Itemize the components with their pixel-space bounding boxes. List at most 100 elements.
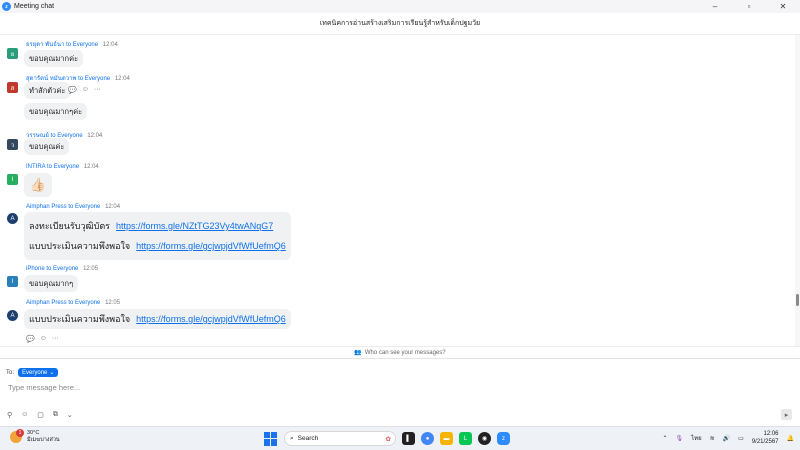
chrome-icon[interactable]: ●	[421, 432, 434, 445]
recipient: Everyone	[53, 266, 79, 272]
sender-name[interactable]: Aimphan Press	[26, 300, 67, 306]
avatar[interactable]: A	[7, 213, 18, 224]
window-title: Meeting chat	[14, 3, 55, 10]
message-time: 12:04	[105, 204, 121, 210]
emoji-icon[interactable]: ☺	[40, 335, 47, 343]
message-bubble[interactable]: ขอบคุณมากๆค่ะ	[24, 103, 88, 120]
sender-name[interactable]: iPhone	[26, 266, 45, 272]
message-link[interactable]: https://forms.gle/NZtTG23Vy4twANqG7	[116, 221, 273, 231]
message-bubble[interactable]: ขอบคุณค่ะ	[24, 138, 70, 155]
file-icon[interactable]: ▢	[37, 411, 44, 419]
message-text: ลงทะเบียนรับวุฒิบัตร	[29, 221, 111, 231]
more-icon[interactable]: ···	[52, 335, 59, 343]
emoji-icon[interactable]: ☺	[82, 86, 89, 94]
message-text: แบบประเมินความพึงพอใจ	[29, 314, 131, 324]
send-button[interactable]: ▸	[781, 409, 792, 420]
taskbar-search[interactable]: ⌕ Search ✿	[284, 431, 396, 446]
message-actions: 💬 ☺ ···	[68, 86, 101, 94]
notification-badge: 1	[16, 429, 24, 437]
line-icon[interactable]: L	[459, 432, 472, 445]
notification-icon[interactable]: 🔔	[787, 435, 794, 442]
people-icon: 👥	[354, 350, 362, 356]
recipient: Everyone	[75, 300, 101, 306]
windows-start-icon[interactable]	[264, 431, 278, 446]
battery-icon[interactable]: ▭	[738, 435, 744, 442]
recipient: Everyone	[75, 204, 101, 210]
weather-temp: 30°C	[27, 430, 40, 436]
recipient: Everyone	[84, 76, 111, 82]
thumbs-up-icon[interactable]: 👍🏻	[24, 173, 52, 197]
chevron-up-icon[interactable]: ⌃	[662, 435, 667, 442]
message-bubble[interactable]: ลงทะเบียนรับวุฒิบัตร https://forms.gle/NZ…	[24, 212, 291, 260]
task-view-icon[interactable]: ▌	[402, 432, 415, 445]
maximize-button[interactable]: ▫	[732, 0, 766, 13]
close-button[interactable]: ✕	[766, 0, 800, 13]
sender-name[interactable]: ยรยุดา พันธ์นา	[26, 42, 64, 48]
title-bar: z Meeting chat – ▫ ✕	[0, 0, 800, 13]
more-icon[interactable]: ···	[94, 86, 101, 94]
chevron-down-icon[interactable]: ⌄	[67, 411, 73, 419]
sender-name[interactable]: Aimphan Press	[26, 204, 67, 210]
message-input[interactable]: Type message here...	[8, 383, 80, 392]
message-line: แบบประเมินความพึงพอใจ https://forms.gle/g…	[29, 239, 286, 253]
to-word: to	[78, 76, 84, 82]
message-bubble[interactable]: ขอบคุณมากๆ	[24, 275, 79, 292]
meeting-header: เทคนิคการอ่านสร้างเสริมการเรียนรู้สำหรับ…	[0, 13, 800, 35]
avatar[interactable]: ว	[7, 139, 18, 150]
who-can-see-text: Who can see your messages?	[364, 349, 446, 356]
compose-area: To: Everyone ⌄ Type message here... ⚲ ☺ …	[0, 358, 800, 426]
chevron-down-icon: ⌄	[49, 370, 55, 376]
message-meta: Aimphan Press to Everyone 12:04	[26, 204, 120, 210]
clock[interactable]: 12:06 9/21/2567	[752, 430, 779, 446]
to-word: to	[68, 300, 74, 306]
avatar[interactable]: ย	[7, 48, 18, 59]
reply-icon[interactable]: 💬	[26, 335, 35, 343]
taskbar-apps: ⌕ Search ✿ ▌ ● ▬ L ◉ z	[264, 431, 510, 446]
message-actions: 💬 ☺ ···	[26, 335, 59, 343]
chat-scrollbar[interactable]	[795, 35, 800, 346]
avatar[interactable]: ส	[7, 82, 18, 93]
language-indicator[interactable]: ไทย	[691, 433, 702, 443]
taskbar: 1 30°C มีเมฆบางส่วน ⌕ Search ✿ ▌ ● ▬ L ◉…	[0, 426, 800, 450]
search-label: Search	[297, 435, 319, 442]
wifi-icon[interactable]: ≋	[710, 435, 715, 442]
avatar[interactable]: I	[7, 174, 18, 185]
recipient-dropdown[interactable]: Everyone ⌄	[18, 368, 59, 377]
to-word: to	[66, 42, 72, 48]
chat-messages[interactable]: ย ยรยุดา พันธ์นา to Everyone 12:04 ขอบคุ…	[0, 35, 795, 346]
message-bubble[interactable]: ขอบคุณมากค่ะ	[24, 50, 84, 67]
message-bubble[interactable]: ทำสักตัวค่ะ	[24, 82, 71, 99]
file-explorer-icon[interactable]: ▬	[440, 432, 453, 445]
volume-icon[interactable]: 🔊	[723, 435, 730, 442]
message-link[interactable]: https://forms.gle/gcjwpjdVfWfUefmQ6	[136, 241, 286, 251]
message-meta: INTIRA to Everyone 12:04	[26, 164, 99, 170]
reply-icon[interactable]: 💬	[68, 86, 77, 94]
message-time: 12:05	[83, 266, 99, 272]
message-time: 12:04	[83, 164, 99, 170]
sender-name[interactable]: INTIRA	[26, 164, 45, 170]
message-meta: iPhone to Everyone 12:05	[26, 266, 98, 272]
screenshot-icon[interactable]: ⧉	[53, 411, 58, 419]
message-time: 12:04	[102, 42, 118, 48]
weather-text: 30°C มีเมฆบางส่วน	[27, 430, 60, 444]
emoji-icon[interactable]: ☺	[21, 411, 28, 419]
meeting-title: เทคนิคการอ่านสร้างเสริมการเรียนรู้สำหรับ…	[319, 20, 481, 27]
minimize-button[interactable]: –	[698, 0, 732, 13]
to-word: to	[46, 266, 52, 272]
format-icon[interactable]: ⚲	[7, 411, 12, 419]
weather-desc: มีเมฆบางส่วน	[27, 437, 60, 443]
scroll-thumb[interactable]	[796, 294, 799, 306]
to-word: to	[68, 204, 74, 210]
compose-toolbar: ⚲ ☺ ▢ ⧉ ⌄	[7, 411, 73, 419]
recipient-row: To: Everyone ⌄	[6, 368, 59, 377]
microphone-icon[interactable]: 🎙	[676, 435, 684, 442]
avatar[interactable]: A	[7, 310, 18, 321]
app-icon[interactable]: ◉	[478, 432, 491, 445]
zoom-icon[interactable]: z	[497, 432, 510, 445]
who-can-see-link[interactable]: 👥 Who can see your messages?	[0, 346, 800, 358]
avatar[interactable]: I	[7, 276, 18, 287]
message-time: 12:05	[105, 300, 121, 306]
message-bubble[interactable]: แบบประเมินความพึงพอใจ https://forms.gle/g…	[24, 309, 291, 329]
weather-widget[interactable]: 1 30°C มีเมฆบางส่วน	[10, 429, 60, 444]
message-link[interactable]: https://forms.gle/gcjwpjdVfWfUefmQ6	[136, 314, 286, 324]
